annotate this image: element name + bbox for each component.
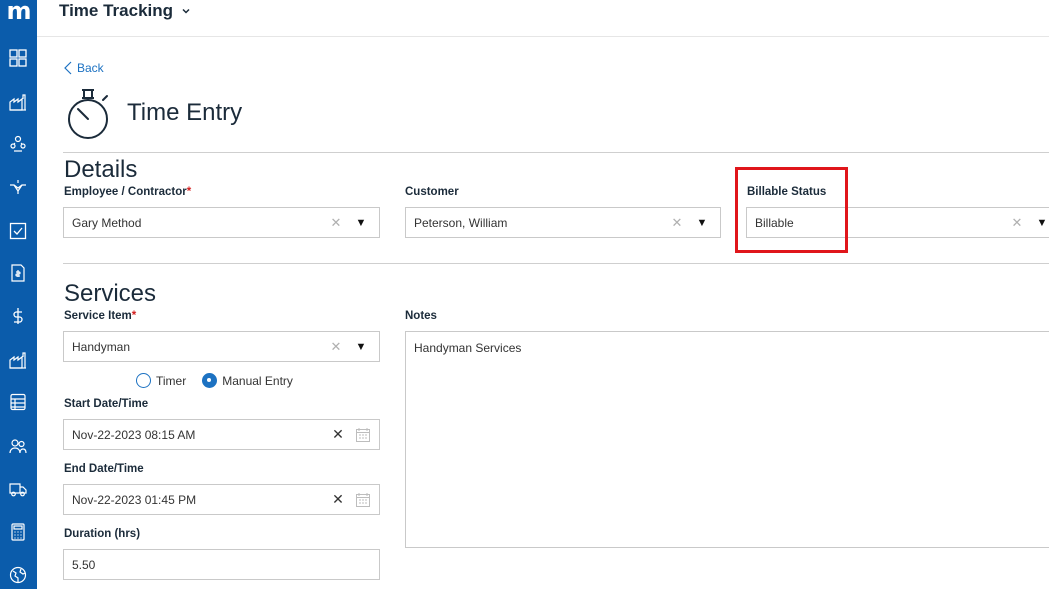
duration-label: Duration (hrs)	[64, 528, 141, 540]
page-title: Time Entry	[127, 99, 243, 126]
calendar-icon[interactable]	[355, 427, 371, 443]
clear-icon[interactable]: ✕	[1008, 215, 1026, 231]
employee-value: Gary Method	[72, 215, 142, 230]
caret-down-icon[interactable]: ▼	[694, 217, 710, 229]
employee-label: Employee / Contractor*	[64, 186, 192, 198]
ledger-icon[interactable]	[8, 392, 28, 412]
back-link[interactable]: Back	[64, 61, 104, 75]
customer-select[interactable]: Peterson, William ✕ ▼	[405, 207, 721, 238]
stopwatch-icon	[68, 89, 108, 139]
sidebar-nav: m	[0, 0, 37, 589]
clear-icon[interactable]: ✕	[329, 491, 347, 508]
clear-icon[interactable]: ✕	[327, 339, 345, 355]
divider	[63, 263, 1049, 264]
caret-down-icon[interactable]: ▼	[1034, 217, 1049, 229]
caret-down-icon[interactable]: ▼	[353, 341, 369, 353]
truck-icon[interactable]	[8, 479, 28, 499]
notes-value: Handyman Services	[414, 341, 522, 355]
chevron-down-icon	[182, 8, 190, 14]
duration-input[interactable]: 5.50	[63, 549, 380, 580]
team-icon[interactable]	[8, 134, 28, 154]
start-datetime-label: Start Date/Time	[64, 398, 149, 410]
back-label: Back	[77, 61, 104, 75]
clear-icon[interactable]: ✕	[329, 426, 347, 443]
customer-label: Customer	[405, 186, 459, 198]
manual-entry-label: Manual Entry	[222, 373, 293, 388]
calendar-icon[interactable]	[355, 492, 371, 508]
calculator-icon[interactable]	[8, 522, 28, 542]
people-icon[interactable]	[8, 436, 28, 456]
globe-icon[interactable]	[8, 565, 28, 585]
manual-entry-radio[interactable]	[202, 373, 218, 388]
notes-textarea[interactable]: Handyman Services	[405, 331, 1049, 548]
factory-icon[interactable]	[8, 350, 28, 370]
checkbox-icon[interactable]	[8, 221, 28, 241]
notes-label: Notes	[405, 310, 437, 322]
clear-icon[interactable]: ✕	[327, 215, 345, 231]
end-datetime-input[interactable]: Nov-22-2023 01:45 PM ✕	[63, 484, 380, 515]
entry-mode-radio-group: Timer Manual Entry	[136, 373, 293, 388]
employee-select[interactable]: Gary Method ✕ ▼	[63, 207, 380, 238]
clear-icon[interactable]: ✕	[668, 215, 686, 231]
billable-status-select[interactable]: Billable ✕ ▼	[746, 207, 1049, 238]
service-item-label: Service Item*	[64, 310, 137, 322]
timer-radio[interactable]	[136, 373, 151, 388]
duration-value: 5.50	[72, 557, 96, 572]
handshake-icon[interactable]	[8, 177, 28, 197]
factory-icon[interactable]	[8, 92, 28, 112]
timer-label: Timer	[156, 373, 187, 388]
billable-status-value: Billable	[755, 215, 794, 230]
end-datetime-value: Nov-22-2023 01:45 PM	[72, 492, 197, 507]
app-logo[interactable]: m	[0, 0, 37, 24]
dashboard-icon[interactable]	[8, 48, 28, 68]
module-title: Time Tracking	[59, 1, 174, 20]
service-item-select[interactable]: Handyman ✕ ▼	[63, 331, 380, 362]
billable-status-label: Billable Status	[747, 186, 827, 198]
start-datetime-input[interactable]: Nov-22-2023 08:15 AM ✕	[63, 419, 380, 450]
services-section-title: Services	[64, 280, 157, 307]
start-datetime-value: Nov-22-2023 08:15 AM	[72, 427, 196, 442]
top-bar: Time Tracking	[37, 0, 1049, 37]
details-section-title: Details	[64, 156, 138, 183]
chevron-left-icon	[64, 61, 72, 75]
service-item-value: Handyman	[72, 339, 131, 354]
divider	[63, 152, 1049, 153]
customer-value: Peterson, William	[414, 215, 508, 230]
module-switcher[interactable]: Time Tracking	[59, 0, 191, 22]
dollar-icon[interactable]	[8, 306, 28, 326]
end-datetime-label: End Date/Time	[64, 463, 144, 475]
invoice-icon[interactable]	[8, 263, 28, 283]
caret-down-icon[interactable]: ▼	[353, 217, 369, 229]
